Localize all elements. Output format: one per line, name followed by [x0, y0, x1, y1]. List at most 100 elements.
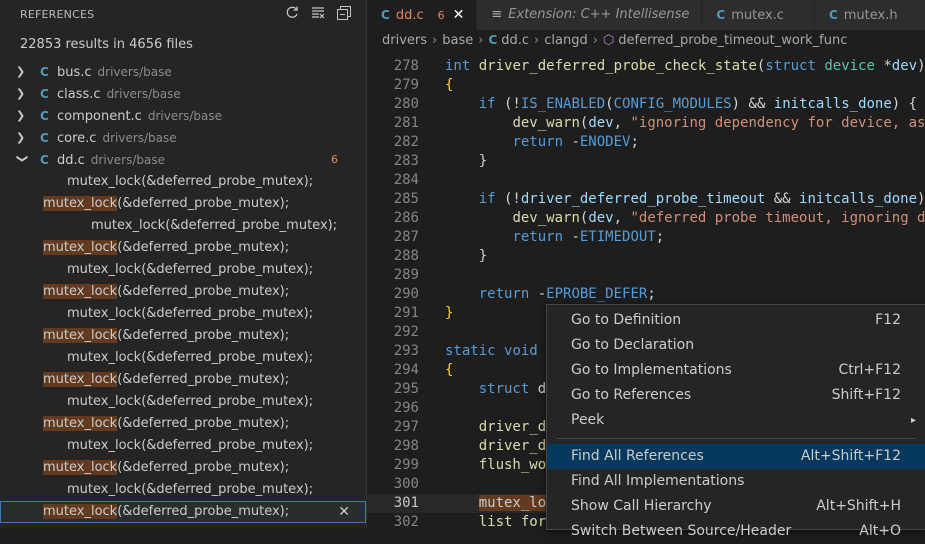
line-number: 300	[393, 476, 419, 492]
menu-item-label: Go to Definition	[571, 312, 682, 328]
code-token: mutex_loc	[478, 495, 555, 511]
menu-item-show-call-hierarchy[interactable]: Show Call Hierarchy Alt+Shift+H	[547, 494, 925, 519]
c-file-icon: C	[488, 33, 498, 47]
line-number: 301	[393, 495, 419, 511]
menu-item-peek[interactable]: Peek ▸	[547, 408, 925, 433]
code-line[interactable]: 284	[367, 171, 925, 190]
tab-mutex-h[interactable]: Cmutex.h	[814, 0, 925, 30]
menu-item-go-to-definition[interactable]: Go to Definition F12	[547, 308, 925, 333]
reference-match-text: mutex_lock(&deferred_probe_mutex);	[67, 479, 313, 501]
menu-item-shortcut: Alt+Shift+H	[816, 498, 901, 514]
match-rest: mutex_lock(&deferred_probe_mutex);	[67, 482, 314, 497]
references-panel: REFERENCES 22853 results in 4656 files ❯…	[0, 0, 367, 528]
menu-item-find-all-implementations[interactable]: Find All Implementations	[547, 469, 925, 494]
reference-match-row[interactable]: mutex_lock(&deferred_probe_mutex);	[0, 369, 366, 391]
menu-item-find-all-references[interactable]: Find All References Alt+Shift+F12	[547, 444, 925, 469]
refresh-icon[interactable]	[284, 5, 300, 23]
chevron-right-icon[interactable]: ❯	[16, 105, 28, 127]
tab-dd-c[interactable]: Cdd.c 6 ✕	[367, 0, 478, 30]
references-header: REFERENCES	[0, 0, 366, 30]
menu-item-switch-between-source-header[interactable]: Switch Between Source/Header Alt+O	[547, 519, 925, 544]
reference-match-row[interactable]: mutex_lock(&deferred_probe_mutex);	[0, 171, 366, 193]
code-token: -	[563, 229, 580, 245]
reference-match-row[interactable]: mutex_lock(&deferred_probe_mutex);	[0, 325, 366, 347]
references-tree: ❯ C bus.c drivers/base ❯ C class.c drivers…	[0, 61, 366, 523]
code-token: driver_d	[478, 419, 547, 435]
file-name: bus.c	[57, 65, 92, 80]
c-file-icon: C	[40, 65, 49, 79]
breadcrumb-item[interactable]: deferred_probe_timeout_work_func	[618, 33, 847, 48]
reference-match-row[interactable]: mutex_lock(&deferred_probe_mutex);	[0, 215, 366, 237]
breadcrumb-item[interactable]: dd.c	[501, 33, 529, 48]
chevron-right-icon[interactable]: ❯	[16, 61, 28, 83]
breadcrumb-item[interactable]: base	[442, 33, 473, 48]
file-row-dd[interactable]: ❯ C dd.c drivers/base 6	[0, 149, 366, 171]
close-icon[interactable]: ✕	[453, 7, 465, 23]
menu-item-go-to-references[interactable]: Go to References Shift+F12	[547, 383, 925, 408]
reference-match-row[interactable]: mutex_lock(&deferred_probe_mutex);	[0, 457, 366, 479]
reference-match-row[interactable]: mutex_lock(&deferred_probe_mutex);	[0, 303, 366, 325]
dismiss-match-icon[interactable]: ✕	[338, 501, 350, 523]
reference-match-row[interactable]: mutex_lock(&deferred_probe_mutex);	[0, 479, 366, 501]
chevron-right-icon: ›	[592, 33, 598, 48]
tab-extension-cpp-intellisense[interactable]: ≡ Extension: C++ Intellisense	[477, 0, 703, 30]
code-line[interactable]: 290 return -EPROBE_DEFER;	[367, 285, 925, 304]
file-row-component[interactable]: ❯ C component.c drivers/base	[0, 105, 366, 127]
reference-match-row[interactable]: mutex_lock(&deferred_probe_mutex);	[0, 347, 366, 369]
code-token: {	[445, 362, 454, 378]
code-token: ENODEV	[579, 134, 631, 150]
references-title: REFERENCES	[20, 8, 95, 21]
menu-item-go-to-declaration[interactable]: Go to Declaration	[547, 333, 925, 358]
menu-item-label: Go to Implementations	[571, 362, 732, 378]
file-row-core[interactable]: ❯ C core.c drivers/base	[0, 127, 366, 149]
breadcrumb-item[interactable]: clangd	[544, 33, 587, 48]
line-number: 287	[393, 229, 419, 245]
code-line[interactable]: 282 return -ENODEV;	[367, 133, 925, 152]
tab-label: mutex.h	[843, 8, 898, 23]
reference-match-text: mutex_lock(&deferred_probe_mutex);	[67, 391, 313, 413]
code-token: struct	[765, 58, 816, 74]
code-line[interactable]: 279 {	[367, 76, 925, 95]
reference-match-row[interactable]: mutex_lock(&deferred_probe_mutex);	[0, 391, 366, 413]
reference-match-text: mutex_lock(&deferred_probe_mutex);	[67, 171, 313, 193]
file-row-bus[interactable]: ❯ C bus.c drivers/base	[0, 61, 366, 83]
tab-label: dd.c	[395, 8, 424, 23]
reference-match-row[interactable]: mutex_lock(&deferred_probe_mutex);	[0, 413, 366, 435]
code-line[interactable]: 288 }	[367, 247, 925, 266]
menu-separator	[557, 438, 916, 439]
collapse-all-icon[interactable]	[336, 5, 352, 23]
reference-match-row[interactable]: mutex_lock(&deferred_probe_mutex);	[0, 435, 366, 457]
code-line[interactable]: 289	[367, 266, 925, 285]
reference-match-row[interactable]: mutex_lock(&deferred_probe_mutex);	[0, 237, 366, 259]
code-token: {	[445, 77, 454, 93]
code-token: IS_ENABLED	[520, 96, 606, 112]
code-line[interactable]: 280 if (!IS_ENABLED(CONFIG_MODULES) && i…	[367, 95, 925, 114]
reference-match-text: mutex_lock(&deferred_probe_mutex);	[43, 413, 289, 435]
code-line[interactable]: 285 if (!driver_deferred_probe_timeout &…	[367, 190, 925, 209]
clear-results-icon[interactable]	[310, 5, 326, 23]
chevron-down-icon[interactable]: ❯	[11, 154, 33, 166]
code-token: dev	[588, 210, 614, 226]
file-row-class[interactable]: ❯ C class.c drivers/base	[0, 83, 366, 105]
code-line[interactable]: 278 int driver_deferred_probe_check_state…	[367, 57, 925, 76]
code-line[interactable]: 287 return -ETIMEDOUT;	[367, 228, 925, 247]
match-list: mutex_lock(&deferred_probe_mutex); mutex_…	[0, 171, 366, 523]
chevron-right-icon[interactable]: ❯	[16, 83, 28, 105]
chevron-right-icon[interactable]: ❯	[16, 127, 28, 149]
breadcrumb-item[interactable]: drivers	[382, 33, 427, 48]
reference-match-row[interactable]: mutex_lock(&deferred_probe_mutex);	[0, 193, 366, 215]
reference-match-row[interactable]: mutex_lock(&deferred_probe_mutex);	[0, 259, 366, 281]
tab-mutex-c[interactable]: Cmutex.c	[702, 0, 815, 30]
code-token: return	[512, 229, 564, 245]
menu-item-go-to-implementations[interactable]: Go to Implementations Ctrl+F12	[547, 358, 925, 383]
code-line[interactable]: 283 }	[367, 152, 925, 171]
reference-match-row[interactable]: mutex_lock(&deferred_probe_mutex);	[0, 281, 366, 303]
code-line[interactable]: 286 dev_warn(dev, "deferred probe timeou…	[367, 209, 925, 228]
code-text: }	[445, 304, 453, 323]
reference-match-row[interactable]: mutex_lock(&deferred_probe_mutex); ✕	[0, 501, 366, 523]
match-rest: (&deferred_probe_mutex);	[117, 196, 290, 211]
code-line[interactable]: 281 dev_warn(dev, "ignoring dependency f…	[367, 114, 925, 133]
